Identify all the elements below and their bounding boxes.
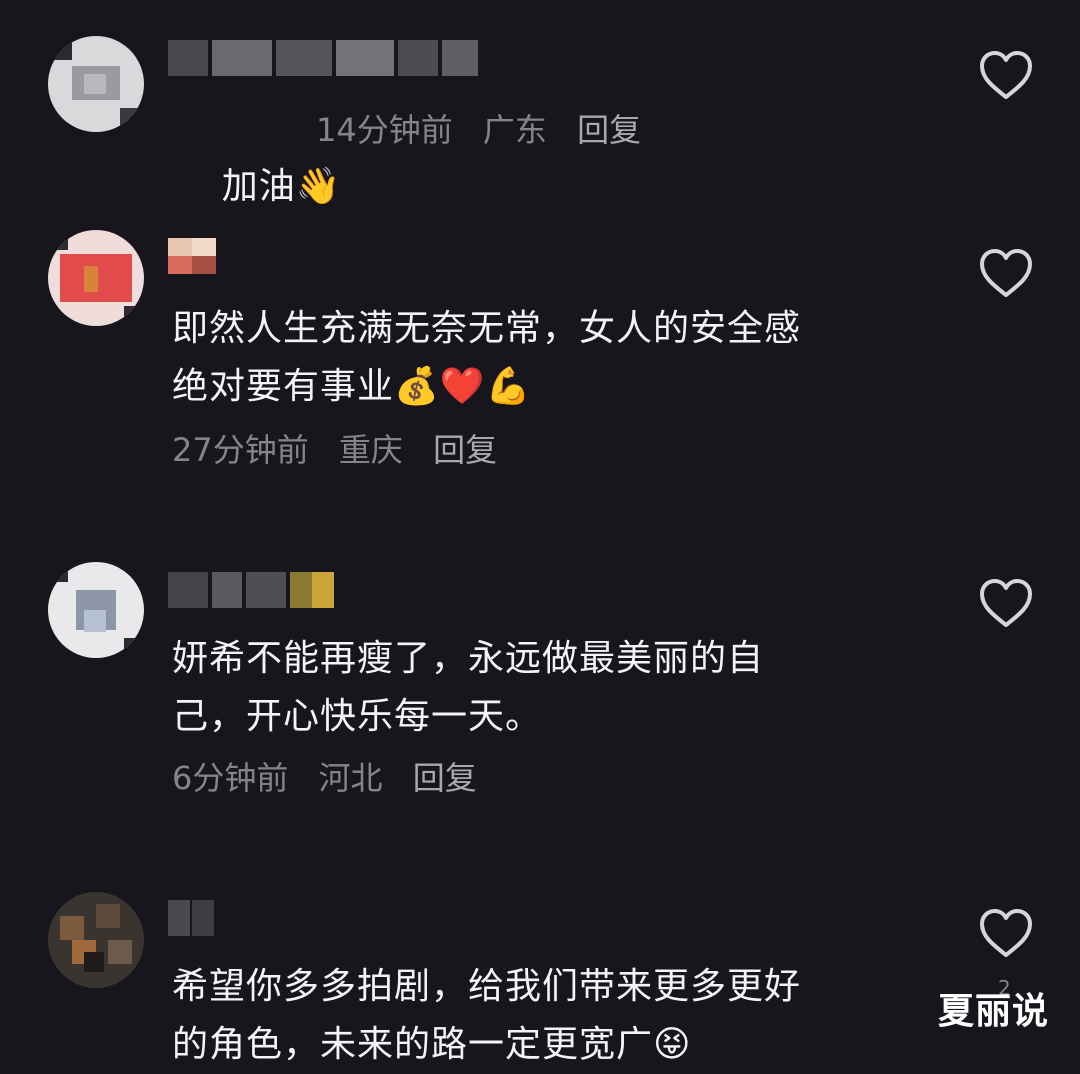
comment-time: 27分钟前 (172, 431, 309, 469)
username-blurred[interactable] (168, 900, 214, 936)
comment-location: 重庆 (338, 431, 403, 469)
heart-outline-icon (980, 579, 1032, 627)
comment-meta: 14分钟前 广东 回复 (316, 110, 661, 150)
avatar[interactable] (48, 562, 144, 658)
reply-button[interactable]: 回复 (433, 431, 497, 469)
comment-time: 14分钟前 (316, 111, 453, 149)
comment-text: 妍希不能再瘦了，永远做最美丽的自 己，开心快乐每一天。 (172, 638, 765, 737)
heart-outline-icon (980, 249, 1032, 297)
heart-outline-icon (980, 51, 1032, 99)
avatar[interactable] (48, 230, 144, 326)
comment-text: 希望你多多拍剧，给我们带来更多更好 的角色，未来的路一定更宽广😝 (172, 966, 802, 1065)
username-blurred[interactable] (168, 40, 478, 76)
comment-time: 6分钟前 (172, 759, 289, 797)
reply-button[interactable]: 回复 (413, 759, 477, 797)
comment-meta: 6分钟前 河北 回复 (172, 758, 497, 798)
avatar[interactable] (48, 36, 144, 132)
comment-text-content: 加油👋 (221, 166, 342, 207)
comment-meta: 27分钟前 重庆 回复 (172, 430, 517, 470)
watermark: 夏丽说 (938, 991, 1050, 1032)
like-button[interactable] (978, 248, 1034, 300)
like-button[interactable] (978, 50, 1034, 102)
heart-outline-icon (980, 909, 1032, 957)
comment-location: 广东 (482, 111, 547, 149)
avatar[interactable] (48, 892, 144, 988)
comment-text: 即然人生充满无奈无常，女人的安全感 绝对要有事业💰❤️💪 (172, 308, 802, 407)
like-button[interactable] (978, 578, 1034, 630)
reply-button[interactable]: 回复 (577, 111, 641, 149)
username-blurred[interactable] (168, 238, 216, 274)
like-button[interactable] (978, 908, 1034, 960)
username-blurred[interactable] (168, 572, 334, 608)
comment-location: 河北 (318, 759, 383, 797)
